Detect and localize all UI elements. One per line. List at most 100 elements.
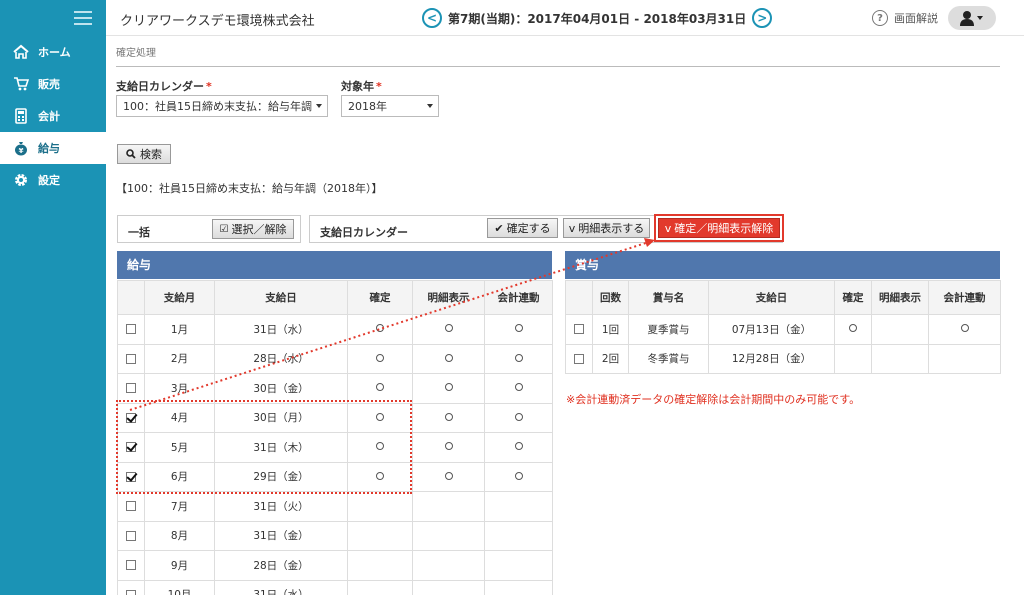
bonus-header-row: 回数 賞与名 支給日 確定 明細表示 会計連動 — [565, 280, 1001, 315]
prev-period-button[interactable]: < — [422, 8, 442, 28]
chevron-down-icon: v — [568, 221, 576, 235]
sidebar-item-label: 給与 — [38, 142, 60, 155]
bonus-column-header: 回数 — [592, 280, 629, 315]
row-checkbox[interactable] — [126, 471, 136, 482]
confirmed-cell — [347, 550, 413, 581]
pay-day-cell: 31日（木） — [214, 432, 348, 463]
row-checkbox[interactable] — [126, 353, 136, 364]
show-detail-button[interactable]: v 明細表示する — [563, 218, 650, 238]
detail-cell — [412, 520, 485, 551]
select-column-header — [117, 280, 145, 315]
release-confirm-label: 確定／明細表示解除 — [674, 222, 774, 235]
chevron-down-icon — [316, 104, 322, 108]
year-label-text: 対象年 — [341, 80, 374, 93]
linked-cell — [484, 491, 553, 522]
search-button-label: 検索 — [140, 148, 162, 161]
sidebar-item-3[interactable]: ¥ 給与 — [0, 132, 106, 164]
help-button[interactable]: ? 画面解説 — [872, 10, 938, 26]
pay-day-cell: 28日（金） — [214, 550, 348, 581]
table-row: 2回 冬季賞与 12月28日（金） — [565, 343, 1001, 374]
calendar-select-value: 100：社員15日締め末支払：給与年調 — [123, 100, 312, 113]
release-confirm-button[interactable]: v 確定／明細表示解除 — [658, 218, 780, 238]
row-checkbox[interactable] — [574, 353, 584, 364]
bonus-column-header: 明細表示 — [871, 280, 929, 315]
accounting-note: ※会計連動済データの確定解除は会計期間中のみ可能です。 — [566, 393, 861, 406]
select-cell — [117, 579, 145, 595]
row-checkbox[interactable] — [126, 560, 136, 571]
detail-cell — [412, 402, 485, 433]
row-checkbox[interactable] — [126, 442, 136, 453]
row-checkbox[interactable] — [126, 530, 136, 541]
linked-cell — [484, 461, 553, 492]
home-icon — [12, 43, 30, 61]
confirmed-cell — [347, 343, 413, 374]
pay-day-cell: 31日（金） — [214, 520, 348, 551]
status-circle-icon — [376, 471, 384, 480]
detail-cell — [412, 373, 485, 404]
sidebar-item-label: 設定 — [38, 174, 60, 187]
linked-cell — [484, 402, 553, 433]
month-cell: 3月 — [144, 373, 215, 404]
sidebar-item-0[interactable]: ホーム — [0, 36, 106, 68]
required-mark: * — [206, 80, 212, 93]
row-checkbox[interactable] — [126, 324, 136, 335]
pay-day-cell: 12月28日（金） — [708, 343, 835, 374]
table-row: 9月 28日（金） — [117, 550, 553, 581]
detail-cell — [412, 491, 485, 522]
month-cell: 10月 — [144, 579, 215, 595]
cart-icon — [12, 75, 30, 93]
help-label: 画面解説 — [894, 12, 938, 25]
status-circle-icon — [376, 353, 384, 362]
pay-day-cell: 29日（金） — [214, 461, 348, 492]
row-checkbox[interactable] — [126, 589, 136, 595]
sidebar-item-label: ホーム — [38, 46, 71, 59]
linked-cell — [484, 550, 553, 581]
status-circle-icon — [444, 353, 453, 362]
status-circle-icon — [960, 324, 969, 333]
confirmed-cell — [347, 314, 413, 345]
linked-cell — [484, 343, 553, 374]
sidebar-item-1[interactable]: 販売 — [0, 68, 106, 100]
salary-column-header: 支給月 — [144, 280, 215, 315]
calendar-select[interactable]: 100：社員15日締め末支払：給与年調 — [116, 95, 328, 117]
bonus-name-cell: 冬季賞与 — [628, 343, 709, 374]
detail-cell — [412, 550, 485, 581]
status-circle-icon — [376, 324, 384, 333]
select-cell — [117, 373, 145, 404]
month-cell: 9月 — [144, 550, 215, 581]
user-menu-button[interactable] — [948, 6, 996, 30]
company-name: クリアワークスデモ環境株式会社 — [120, 14, 315, 29]
confirmed-cell — [347, 402, 413, 433]
sidebar-item-4[interactable]: 設定 — [0, 164, 106, 196]
confirmed-cell — [347, 373, 413, 404]
bulk-label: 一括 — [128, 226, 150, 239]
search-button[interactable]: 検索 — [117, 144, 171, 164]
year-field-label: 対象年 * — [341, 78, 382, 94]
pay-day-cell: 31日（火） — [214, 491, 348, 522]
row-checkbox[interactable] — [574, 324, 584, 335]
row-checkbox[interactable] — [126, 383, 136, 394]
chevron-down-icon: v — [664, 221, 672, 235]
linked-cell — [484, 432, 553, 463]
bonus-column-header: 会計連動 — [928, 280, 1001, 315]
row-checkbox[interactable] — [126, 412, 136, 423]
hamburger-menu-icon[interactable] — [74, 11, 92, 25]
chevron-right-icon: > — [757, 11, 768, 25]
confirm-button-label: 確定する — [506, 222, 551, 235]
select-cell — [117, 550, 145, 581]
status-circle-icon — [514, 383, 523, 392]
year-select[interactable]: 2018年 — [341, 95, 439, 117]
table-row: 2月 28日（水） — [117, 343, 553, 374]
breadcrumb: 確定処理 — [116, 48, 156, 59]
row-checkbox[interactable] — [126, 501, 136, 512]
salary-column-header: 明細表示 — [412, 280, 485, 315]
confirm-button[interactable]: ✔ 確定する — [487, 218, 558, 238]
select-toggle-button[interactable]: ☑ 選択／解除 — [212, 219, 294, 239]
salary-table-body: 1月 31日（水） 2月 28日（水） 3月 30日（金） 4月 30日（月） 5月 31日（木）… — [117, 314, 553, 595]
next-period-button[interactable]: > — [752, 8, 773, 28]
sidebar-item-2[interactable]: 会計 — [0, 100, 106, 132]
status-circle-icon — [444, 412, 453, 421]
search-icon — [126, 149, 136, 159]
confirmed-cell — [347, 432, 413, 463]
calendar-action-label: 支給日カレンダー — [320, 226, 408, 239]
